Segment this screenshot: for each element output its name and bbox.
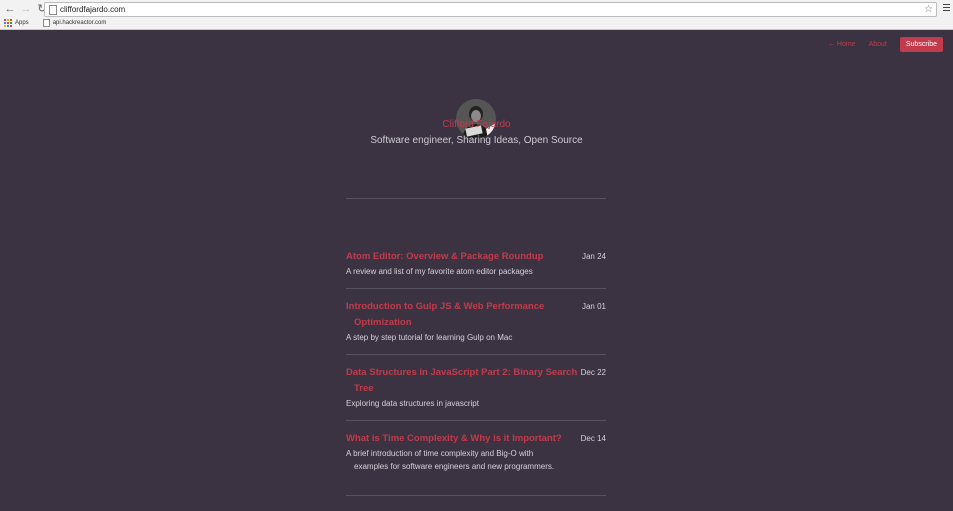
browser-menu-icon[interactable] <box>943 4 950 13</box>
post-date: Jan 24 <box>581 252 606 261</box>
header-divider <box>346 198 606 199</box>
post-description: A review and list of my favorite atom ed… <box>346 267 533 276</box>
bookmark-star-icon[interactable]: ☆ <box>924 3 933 16</box>
bookmarks-bar: Apps api.hackreactor.com <box>4 17 106 28</box>
page-icon <box>49 5 57 15</box>
post-title[interactable]: Introduction to Gulp JS & Web Performanc… <box>346 299 586 331</box>
post-item[interactable]: Introduction to Gulp JS & Web Performanc… <box>346 299 606 345</box>
post-description: A step by step tutorial for learning Gul… <box>346 333 513 342</box>
home-link[interactable]: ← Home <box>828 41 856 48</box>
url-text[interactable]: cliffordfajardo.com <box>60 3 125 16</box>
back-arrow-icon[interactable]: ← <box>4 3 16 15</box>
author-name[interactable]: Clifford Fajardo <box>0 119 953 130</box>
post-item[interactable]: Atom Editor: Overview & Package Roundup … <box>346 249 606 279</box>
post-item[interactable]: What is Time Complexity & Why is it Impo… <box>346 431 606 473</box>
subscribe-button[interactable]: Subscribe <box>899 37 943 52</box>
post-title[interactable]: What is Time Complexity & Why is it Impo… <box>346 431 586 447</box>
post-divider <box>346 354 606 355</box>
post-date: Dec 14 <box>580 434 606 443</box>
post-date: Dec 22 <box>580 368 606 377</box>
document-icon <box>42 18 50 27</box>
post-item[interactable]: Data Structures in JavaScript Part 2: Bi… <box>346 365 606 411</box>
forward-arrow-icon[interactable]: → <box>20 3 32 15</box>
about-link[interactable]: About <box>869 41 887 48</box>
address-bar[interactable]: cliffordfajardo.com ☆ <box>44 2 937 17</box>
post-title[interactable]: Data Structures in JavaScript Part 2: Bi… <box>346 365 586 397</box>
post-divider <box>346 495 606 496</box>
author-tagline: Software engineer, Sharing Ideas, Open S… <box>370 135 583 146</box>
top-navigation: ← Home About Subscribe <box>815 37 943 52</box>
post-title[interactable]: Atom Editor: Overview & Package Roundup <box>346 249 586 265</box>
browser-chrome: ← → ↻ cliffordfajardo.com ☆ Apps api.hac… <box>0 0 953 30</box>
post-description: Exploring data structures in javascript <box>346 399 479 408</box>
post-description: A brief introduction of time complexity … <box>346 449 555 471</box>
browser-nav-buttons: ← → ↻ <box>4 3 48 15</box>
apps-grid-icon <box>4 18 12 27</box>
post-divider <box>346 288 606 289</box>
post-date: Jan 01 <box>581 302 606 311</box>
bookmark-apps[interactable]: Apps <box>15 20 29 26</box>
post-divider <box>346 420 606 421</box>
bookmark-hackreactor[interactable]: api.hackreactor.com <box>53 20 107 26</box>
